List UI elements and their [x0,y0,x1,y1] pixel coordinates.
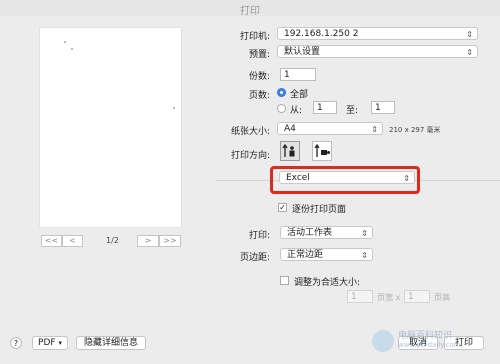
portrait-orientation-button[interactable] [280,141,300,161]
pdf-menu-button[interactable]: PDF ▾ [32,336,68,350]
margins-label: 页边距: [239,253,270,263]
scale-width-field[interactable]: 1 [347,290,373,303]
scale-fit-checkbox[interactable] [280,276,289,285]
highlight-box [270,166,420,194]
paper-size-label: 纸张大小: [230,127,270,137]
preview-nav-back: << < [41,235,83,247]
scale-fit-label: 调整为合适大小: [294,278,361,288]
collate-checkbox[interactable]: ✓ [278,203,287,212]
site-watermark: 电脑百科知识 www.pc-daily.com [368,326,496,358]
margins-value: 正常边距 [287,250,324,260]
print-what-value: 活动工作表 [287,228,333,238]
pages-from-label: 从: [290,106,303,116]
preview-mark [64,41,66,43]
watermark-logo-icon [372,330,394,352]
landscape-icon [314,143,330,157]
updown-arrows-icon: ⇕ [466,30,473,39]
updown-arrows-icon: ⇕ [361,251,368,260]
copies-label: 份数: [248,72,270,82]
help-button[interactable]: ? [10,337,22,349]
print-what-label: 打印: [248,231,270,241]
presets-label: 预置: [248,50,270,60]
pages-to-field[interactable]: 1 [371,101,395,114]
updown-arrows-icon: ⇕ [466,48,473,57]
page-preview [40,28,181,227]
scale-mid-label: 页宽 x [377,293,401,302]
printer-label: 打印机: [239,32,270,42]
landscape-orientation-button[interactable] [312,141,332,161]
orientation-label: 打印方向: [230,151,270,161]
last-page-button[interactable]: >> [159,235,181,247]
portrait-icon [282,143,295,157]
paper-size-value: A4 [284,124,296,134]
window-title: 打印 [240,6,260,17]
print-what-select[interactable]: 活动工作表 ⇕ [280,226,373,239]
printer-select[interactable]: 192.168.1.250 2 ⇕ [277,27,478,40]
pages-all-radio[interactable] [277,88,286,97]
first-page-button[interactable]: << [41,235,62,247]
pages-range-radio[interactable] [277,104,286,113]
next-page-button[interactable]: > [137,235,159,247]
paper-size-select[interactable]: A4 ⇕ [277,122,383,135]
printer-value: 192.168.1.250 2 [284,29,359,39]
pages-from-field[interactable]: 1 [313,101,337,114]
prev-page-button[interactable]: < [62,235,83,247]
pages-to-label: 至: [346,106,359,116]
preview-nav-forward: > >> [137,235,181,247]
watermark-text: 电脑百科知识 [398,331,453,341]
updown-arrows-icon: ⇕ [371,125,378,134]
print-dialog: { "window": { "title": "打印" }, "preview"… [0,0,500,364]
scale-height-field[interactable]: 1 [404,290,430,303]
watermark-sub: www.pc-daily.com [398,341,461,349]
margins-select[interactable]: 正常边距 ⇕ [280,248,373,261]
hide-details-button[interactable]: 隐藏详细信息 [76,336,146,350]
collate-label: 逐份打印页面 [292,205,347,215]
pages-all-label: 全部 [290,90,309,100]
updown-arrows-icon: ⇕ [361,229,368,238]
presets-value: 默认设置 [284,47,321,57]
pdf-label: PDF [38,338,56,348]
pages-label: 页数: [248,91,270,101]
paper-dimensions: 210 x 297 毫米 [389,126,441,134]
chevron-down-icon: ▾ [58,339,62,347]
page-indicator: 1/2 [106,236,119,245]
scale-tail-label: 页高 [434,293,450,302]
preview-mark [71,48,73,50]
copies-field[interactable]: 1 [280,68,316,81]
preview-mark [173,107,175,109]
presets-select[interactable]: 默认设置 ⇕ [277,45,478,58]
